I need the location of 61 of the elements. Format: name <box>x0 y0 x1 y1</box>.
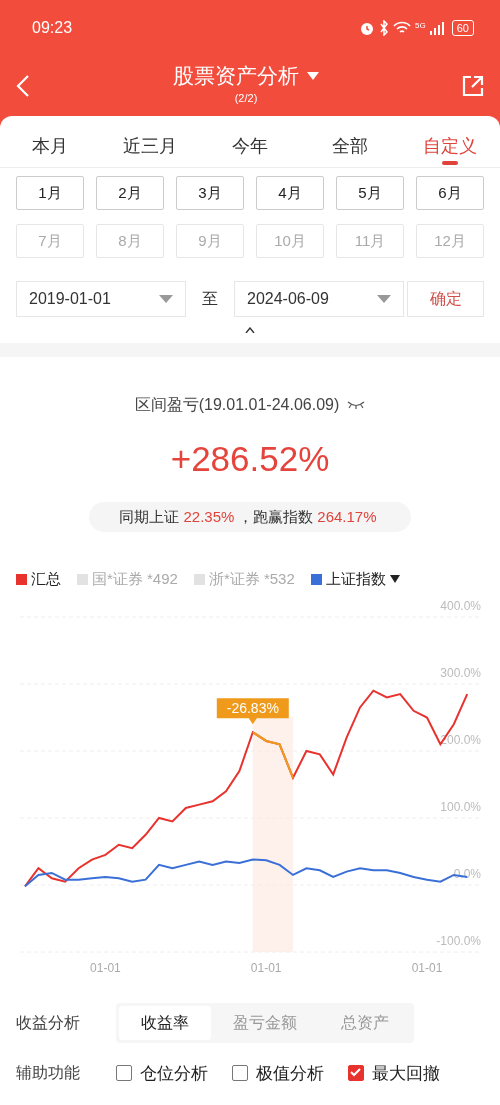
page-subtitle: (2/2) <box>234 91 258 107</box>
period-tab[interactable]: 全部 <box>300 116 400 167</box>
month-button[interactable]: 5月 <box>336 176 404 210</box>
caret-icon <box>159 295 173 303</box>
share-icon[interactable] <box>462 75 484 97</box>
month-button[interactable]: 6月 <box>416 176 484 210</box>
y-axis-label: 0.0% <box>453 866 481 881</box>
date-select[interactable]: 2024-06-09 <box>234 281 404 317</box>
month-button[interactable]: 3月 <box>176 176 244 210</box>
checkbox-label: 仓位分析 <box>140 1062 208 1085</box>
dropdown-icon[interactable] <box>307 70 319 81</box>
date-value: 2019-01-01 <box>29 289 111 309</box>
alarm-icon <box>359 20 376 36</box>
wifi-icon <box>393 21 412 35</box>
x-axis-label: 01-01 <box>90 960 121 975</box>
total-return: +286.52% <box>170 438 330 480</box>
dropdown-icon <box>389 575 400 584</box>
status-time: 09:23 <box>32 18 73 38</box>
date-select[interactable]: 2019-01-01 <box>16 281 186 317</box>
confirm-button[interactable]: 确定 <box>407 281 484 317</box>
comparison-value: 264.17% <box>317 506 377 527</box>
y-axis-label: 300.0% <box>440 665 481 680</box>
bluetooth-icon <box>379 20 390 36</box>
drawdown-label: -26.83% <box>216 697 289 724</box>
comparison-value: 22.35% <box>183 506 235 527</box>
network-label: 5G <box>415 20 426 32</box>
range-title: 区间盈亏(19.01.01-24.06.09) <box>134 395 340 415</box>
collapse-icon[interactable] <box>245 327 255 333</box>
caret-icon <box>377 295 391 303</box>
legend-item[interactable]: 上证指数 <box>310 568 400 591</box>
period-tab[interactable]: 今年 <box>200 116 300 167</box>
x-axis-label: 01-01 <box>250 960 282 975</box>
row-label: 辅助功能 <box>16 1063 81 1084</box>
checkbox[interactable] <box>348 1065 364 1082</box>
eye-closed-icon[interactable] <box>347 401 366 409</box>
segment-option[interactable]: 收益率 <box>119 1005 211 1040</box>
month-button[interactable]: 1月 <box>16 176 84 210</box>
month-button[interactable]: 4月 <box>256 176 324 210</box>
month-button[interactable]: 2月 <box>96 176 164 210</box>
signal-icon <box>429 21 444 35</box>
legend-item[interactable]: 汇总 <box>16 568 61 591</box>
checkbox-label: 最大回撤 <box>372 1062 440 1085</box>
period-tab[interactable]: 本月 <box>0 116 100 167</box>
x-axis-label: 01-01 <box>411 960 443 975</box>
row-label: 收益分析 <box>16 1012 81 1033</box>
y-axis-label: -100.0% <box>436 933 481 948</box>
checkbox[interactable] <box>232 1065 248 1082</box>
back-icon[interactable] <box>16 74 30 98</box>
period-tab[interactable]: 自定义 <box>400 116 500 167</box>
date-separator: 至 <box>202 289 218 309</box>
date-value: 2024-06-09 <box>247 289 329 309</box>
y-axis-label: 400.0% <box>440 598 481 613</box>
battery-level: 60 <box>451 20 474 36</box>
checkbox-label: 极值分析 <box>256 1062 324 1085</box>
comparison-label: 同期上证 <box>119 506 180 527</box>
y-axis-label: 100.0% <box>440 799 481 814</box>
annotation: -26.83% <box>226 699 279 716</box>
period-tab[interactable]: 近三月 <box>100 116 200 167</box>
comparison-label: ，跑赢指数 <box>238 506 314 527</box>
checkbox[interactable] <box>116 1065 132 1082</box>
page-title: 股票资产分析 <box>173 65 299 87</box>
